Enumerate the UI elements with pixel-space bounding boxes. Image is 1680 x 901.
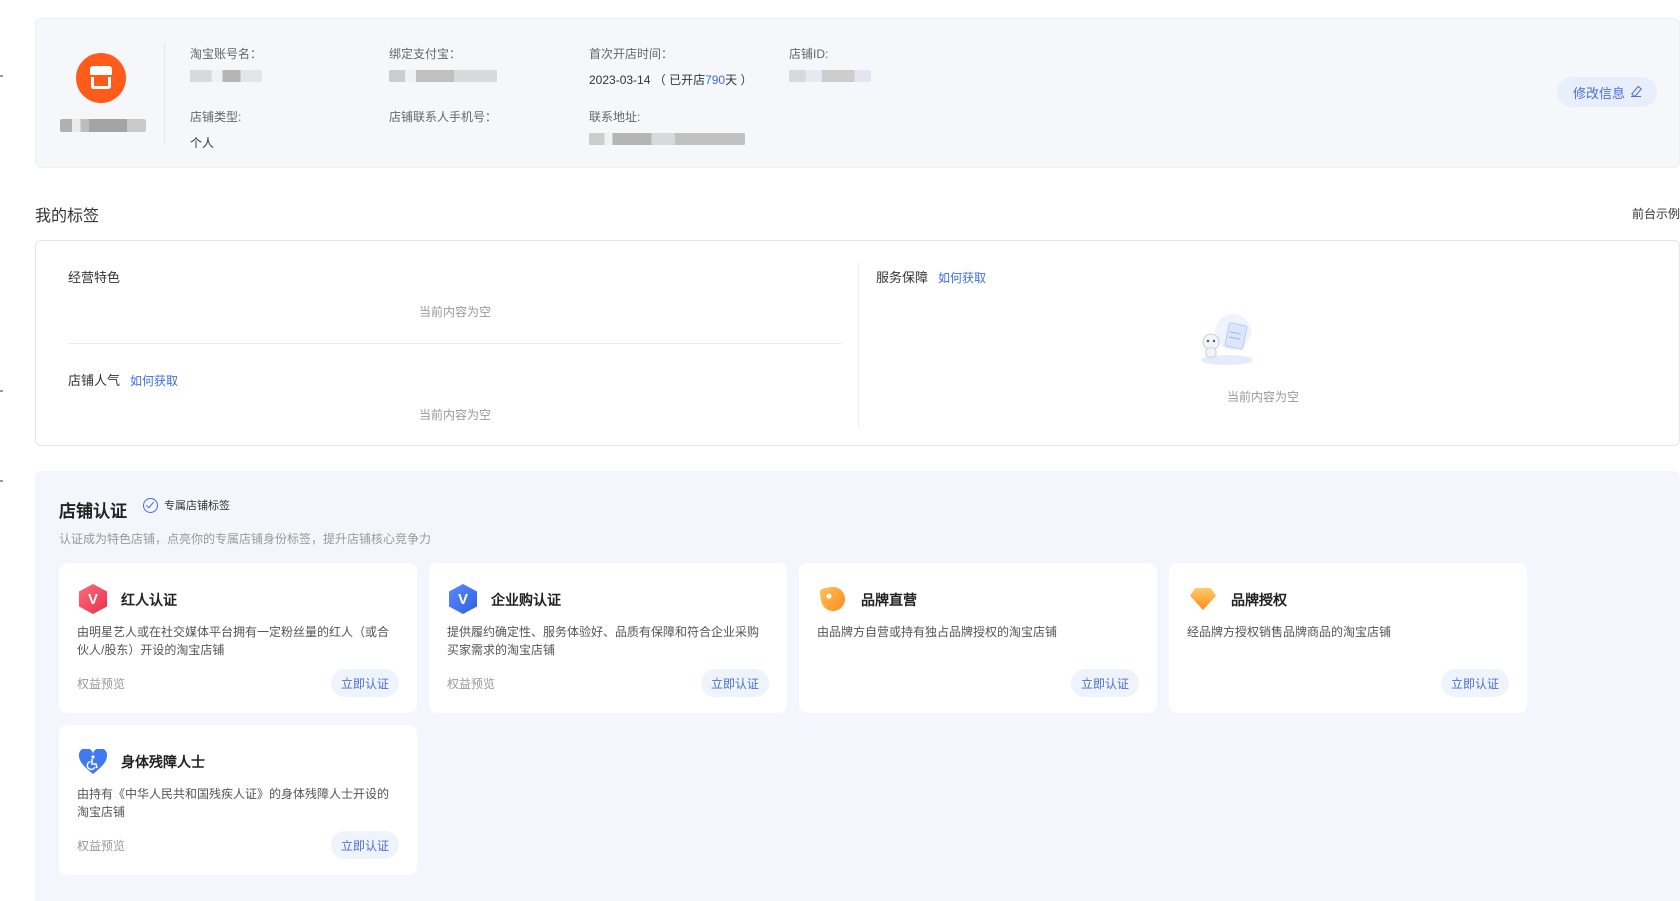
alipay-label: 绑定支付宝： <box>389 47 462 61</box>
shop-id-label: 店铺ID: <box>789 47 829 61</box>
phone-label: 店铺联系人手机号： <box>389 110 498 124</box>
business-feature-heading: 经营特色 <box>68 267 120 286</box>
red-v-hexagon-icon: V <box>77 583 109 615</box>
shop-info-card: 淘宝账号名： 绑定支付宝： 首次开店时间： 2023-03-14 （ 已开店79… <box>35 18 1680 168</box>
shop-name-redacted <box>60 119 146 132</box>
service-how-to-get-link[interactable]: 如何获取 <box>938 271 986 285</box>
divider <box>68 343 842 344</box>
cert-card-desc: 提供履约确定性、服务体验好、品质有保障和符合企业采购买家需求的淘宝店铺 <box>447 625 760 657</box>
alipay-field: 绑定支付宝： <box>389 45 497 82</box>
address-value-redacted <box>589 133 745 145</box>
cert-card-desc: 由明星艺人或在社交媒体平台拥有一定粉丝量的红人（或合伙人/股东）开设的淘宝店铺 <box>77 625 390 657</box>
popularity-how-to-get-link[interactable]: 如何获取 <box>130 374 178 388</box>
cert-card-disability: 身体残障人士 由持有《中华人民共和国残疾人证》的身体残障人士开设的淘宝店铺 权益… <box>59 725 417 875</box>
certify-now-button[interactable]: 立即认证 <box>700 669 769 697</box>
certification-subtitle: 认证成为特色店铺，点亮你的专属店铺身份标签，提升店铺核心竞争力 <box>59 532 432 546</box>
my-tags-box: 经营特色 当前内容为空 店铺人气 如何获取 当前内容为空 服务保障 如何获取 当前内… <box>35 240 1680 446</box>
certification-panel: 店铺认证 专属店铺标签 认证成为特色店铺，点亮你的专属店铺身份标签，提升店铺核心… <box>35 471 1680 901</box>
orange-tag-icon <box>817 583 849 615</box>
cert-card-influencer: V 红人认证 由明星艺人或在社交媒体平台拥有一定粉丝量的红人（或合伙人/股东）开… <box>59 563 417 713</box>
address-label: 联系地址: <box>589 110 641 124</box>
open-time-field: 首次开店时间： 2023-03-14 （ 已开店790天 ） <box>589 45 752 88</box>
service-guarantee-empty: 当前内容为空 <box>1227 390 1300 404</box>
edge-mark <box>0 480 3 482</box>
front-example-link[interactable]: 前台示例 <box>1632 205 1680 222</box>
phone-field: 店铺联系人手机号： <box>389 108 497 125</box>
cert-card-title: 身体残障人士 <box>121 754 205 770</box>
blue-v-hexagon-icon: V <box>447 583 479 615</box>
exclusive-tag-badge: 专属店铺标签 <box>143 497 230 513</box>
divider <box>164 43 165 145</box>
cert-card-title: 品牌授权 <box>1231 592 1287 608</box>
open-time-value: 2023-03-14 （ 已开店790天 ） <box>589 71 752 88</box>
exclusive-tag-label: 专属店铺标签 <box>164 500 230 512</box>
shop-popularity-label: 店铺人气 <box>68 373 121 388</box>
cert-card-desc: 由持有《中华人民共和国残疾人证》的身体残障人士开设的淘宝店铺 <box>77 787 390 819</box>
cert-card-brand-authorized: 品牌授权 经品牌方授权销售品牌商品的淘宝店铺 立即认证 <box>1169 563 1527 713</box>
business-feature-label: 经营特色 <box>68 270 121 285</box>
shop-icon <box>88 66 114 90</box>
shop-type-field: 店铺类型: 个人 <box>190 108 241 151</box>
benefit-preview-link[interactable]: 权益预览 <box>77 675 125 692</box>
open-days-suffix: 天 ） <box>725 73 753 87</box>
certify-now-button[interactable]: 立即认证 <box>1440 669 1509 697</box>
divider <box>858 263 859 427</box>
shop-id-field: 店铺ID: <box>789 45 871 82</box>
certification-title: 店铺认证 <box>59 502 127 521</box>
account-field: 淘宝账号名： <box>190 45 262 82</box>
empty-state-illustration-icon <box>1201 314 1253 365</box>
shop-id-redacted <box>789 70 871 82</box>
shop-type-value: 个人 <box>190 136 215 150</box>
shop-logo <box>76 53 126 103</box>
edge-mark <box>0 75 3 77</box>
open-date: 2023-03-14 <box>589 73 651 87</box>
account-label: 淘宝账号名： <box>190 47 263 61</box>
check-circle-icon <box>143 497 158 513</box>
my-tags-title: 我的标签 <box>35 208 100 225</box>
shop-popularity-heading: 店铺人气 如何获取 <box>68 370 178 389</box>
address-field: 联系地址: <box>589 108 745 145</box>
cert-card-title: 红人认证 <box>121 592 177 608</box>
service-guarantee-heading: 服务保障 如何获取 <box>876 267 986 286</box>
account-value-redacted <box>190 70 262 82</box>
cert-card-title: 企业购认证 <box>491 592 561 608</box>
open-time-label: 首次开店时间： <box>589 47 674 61</box>
edit-info-button[interactable]: 修改信息 <box>1556 77 1657 107</box>
open-days: 790 <box>705 73 726 87</box>
cert-card-title: 品牌直营 <box>861 592 917 608</box>
cert-card-enterprise: V 企业购认证 提供履约确定性、服务体验好、品质有保障和符合企业采购买家需求的淘… <box>429 563 787 713</box>
service-guarantee-label: 服务保障 <box>876 270 929 285</box>
benefit-preview-link[interactable]: 权益预览 <box>77 837 125 854</box>
cert-card-brand-direct: 品牌直营 由品牌方自营或持有独占品牌授权的淘宝店铺 立即认证 <box>799 563 1157 713</box>
benefit-preview-link[interactable]: 权益预览 <box>447 675 495 692</box>
orange-gem-icon <box>1187 583 1219 615</box>
certify-now-button[interactable]: 立即认证 <box>330 831 399 859</box>
pencil-icon <box>1631 87 1641 97</box>
alipay-value-redacted <box>389 70 497 82</box>
blue-heart-accessibility-icon <box>77 745 109 777</box>
cert-card-desc: 由品牌方自营或持有独占品牌授权的淘宝店铺 <box>817 625 1058 639</box>
certify-now-button[interactable]: 立即认证 <box>1070 669 1139 697</box>
edit-info-label: 修改信息 <box>1572 85 1625 101</box>
certify-now-button[interactable]: 立即认证 <box>330 669 399 697</box>
shop-type-label: 店铺类型: <box>190 110 242 124</box>
business-feature-empty: 当前内容为空 <box>419 305 492 319</box>
open-days-prefix: （ 已开店 <box>653 73 706 87</box>
cert-card-desc: 经品牌方授权销售品牌商品的淘宝店铺 <box>1187 625 1392 639</box>
edge-mark <box>0 390 3 392</box>
shop-popularity-empty: 当前内容为空 <box>419 408 492 422</box>
